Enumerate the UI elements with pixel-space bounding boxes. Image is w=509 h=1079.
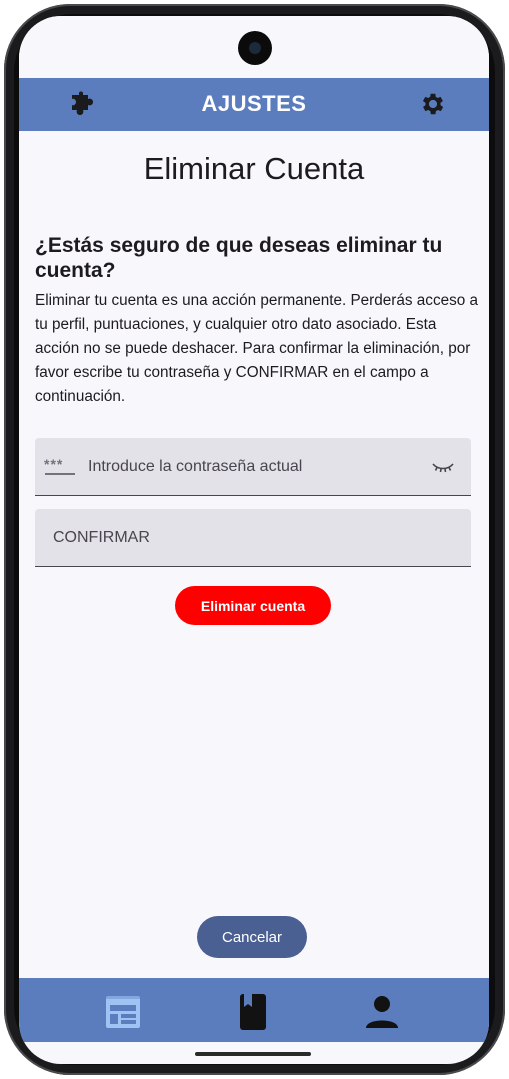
confirm-field[interactable] bbox=[35, 509, 471, 567]
screen: AJUSTES Eliminar Cuenta ¿Estás seguro de… bbox=[19, 16, 489, 1064]
profile-icon[interactable] bbox=[362, 992, 402, 1032]
warning-description: Eliminar tu cuenta es una acción permane… bbox=[35, 292, 479, 405]
password-input[interactable] bbox=[35, 438, 427, 495]
app-bar: AJUSTES bbox=[19, 78, 489, 131]
status-bar bbox=[19, 16, 489, 80]
gear-icon[interactable] bbox=[419, 90, 447, 118]
home-indicator[interactable] bbox=[195, 1052, 311, 1056]
front-camera bbox=[238, 31, 272, 65]
eye-closed-icon[interactable] bbox=[431, 459, 455, 475]
page-title: Eliminar Cuenta bbox=[143, 151, 365, 186]
password-field[interactable]: *** bbox=[35, 438, 471, 496]
delete-account-button[interactable]: Eliminar cuenta bbox=[175, 586, 331, 625]
book-icon[interactable] bbox=[233, 992, 273, 1032]
confirm-input[interactable] bbox=[35, 509, 471, 566]
feed-icon[interactable] bbox=[103, 992, 143, 1032]
bottom-navigation bbox=[19, 978, 489, 1042]
cancel-button[interactable]: Cancelar bbox=[197, 916, 307, 958]
confirmation-question: ¿Estás seguro de que deseas eliminar tu … bbox=[35, 234, 443, 282]
